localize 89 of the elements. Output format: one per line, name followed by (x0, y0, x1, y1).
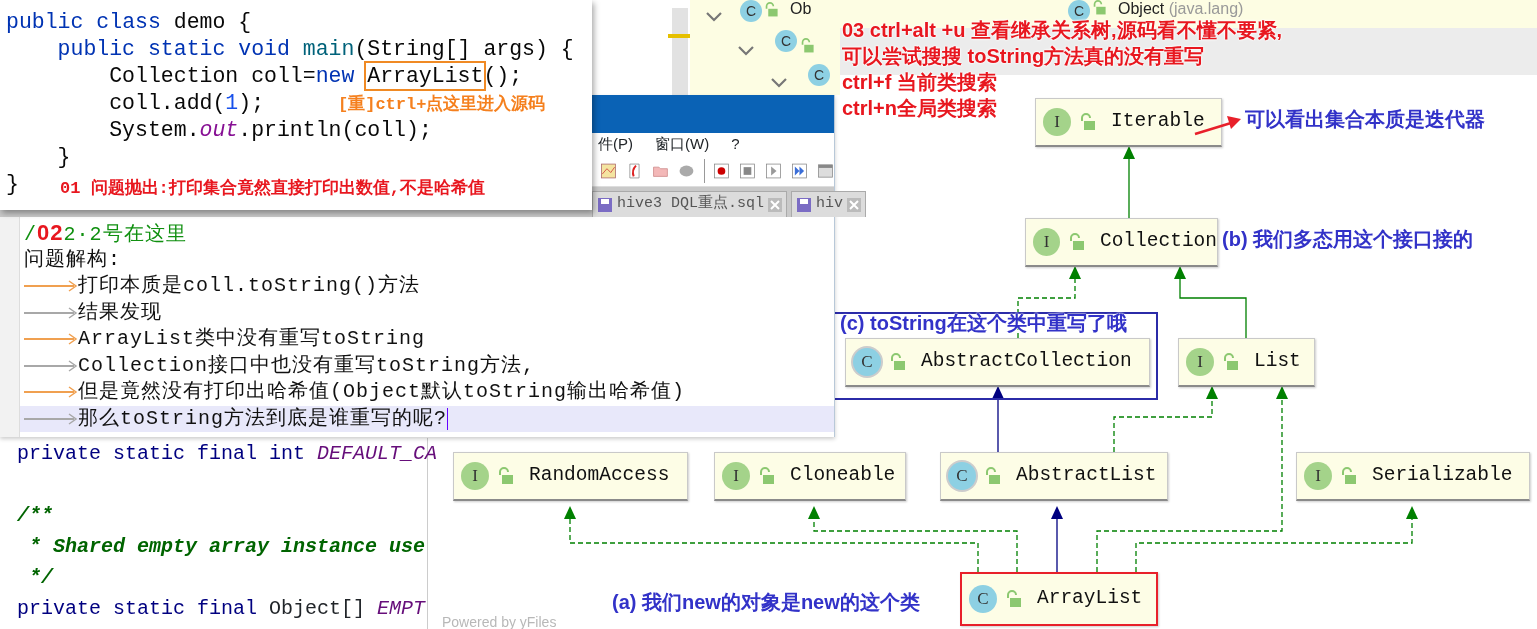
annotation-text: 可以看出集合本质是迭代器 (1245, 107, 1485, 131)
node-label: AbstractList (1016, 463, 1157, 489)
padlock-icon (758, 467, 776, 485)
padlock-icon (800, 38, 816, 54)
inheritance-arrow (992, 386, 1004, 453)
class-node[interactable]: C AbstractCollection (845, 338, 1150, 387)
text-line: Collection接口中也没有重写toString方法, (78, 352, 536, 379)
text-line: 问题解构: (24, 246, 121, 273)
code-line: private static final Object[] EMPT (17, 596, 426, 622)
code-line: } (56, 144, 71, 171)
error-stripe (668, 34, 690, 38)
menu-item[interactable]: ? (731, 132, 740, 156)
padlock-icon (1067, 233, 1086, 251)
chevron-icon[interactable] (770, 76, 788, 89)
node-label: ArrayList (1037, 586, 1143, 612)
class-node[interactable]: I RandomAccess (453, 452, 688, 501)
class-node[interactable]: I List (1178, 338, 1315, 387)
text-cursor (447, 407, 449, 430)
interface-icon: I (1186, 348, 1214, 376)
annotation-text: 可以尝试搜搜 toString方法真的没有重写 (842, 44, 1205, 68)
annotation-text: ctrl+n全局类搜索 (842, 96, 998, 120)
padlock-icon (1222, 353, 1240, 371)
padlock-icon (764, 2, 780, 18)
node-label: AbstractCollection (921, 349, 1132, 375)
padlock-icon (889, 353, 907, 371)
code-line: private static final int DEFAULT_CA (17, 441, 438, 467)
close-icon[interactable] (847, 197, 862, 212)
annotation-text: (a) 我们new的对象是new的这个类 (612, 590, 920, 614)
code-line: * Shared empty array instance use (28, 534, 426, 560)
interface-icon: I (1033, 228, 1060, 256)
tab-label: hiv (816, 194, 844, 215)
chevron-icon[interactable] (737, 44, 755, 57)
class-icon: C (853, 348, 881, 376)
code-line: coll.add(1); (108, 90, 265, 117)
text-line: 但是竟然没有打印出哈希值(Object默认toString输出哈希值) (78, 379, 686, 406)
save-icon (796, 196, 813, 213)
node-label: Iterable (1111, 109, 1205, 135)
interface-icon: I (1043, 108, 1071, 136)
padlock-icon (497, 467, 515, 485)
text-line: ArrayList类中没有重写toString (78, 326, 426, 353)
annotation-text: (c) toString在这个类中重写了哦 (840, 311, 1127, 335)
annotation-text: ctrl+f 当前类搜索 (842, 70, 998, 94)
class-node[interactable]: I Iterable (1035, 98, 1222, 147)
text-line: 那么toString方法到底是谁重写的呢? (78, 405, 448, 432)
code-line: /** (17, 503, 53, 529)
tree-item[interactable]: Ob (790, 0, 812, 17)
class-node[interactable]: I Collection (1025, 218, 1218, 267)
interface-icon: I (1304, 462, 1332, 490)
chevron-icon[interactable] (705, 10, 723, 23)
node-label: List (1254, 349, 1301, 375)
text-line: 结果发现 (78, 299, 162, 326)
padlock-icon (1092, 0, 1108, 16)
save-icon (597, 196, 613, 213)
class-node[interactable]: C AbstractList (940, 452, 1168, 501)
node-label: Cloneable (790, 463, 896, 489)
code-line: System.out.println(coll); (108, 117, 432, 144)
class-icon: C (948, 462, 976, 490)
inheritance-arrow (1051, 506, 1063, 573)
padlock-icon (1005, 590, 1023, 608)
padlock-icon (1079, 113, 1097, 131)
code-line: Collection coll=new ArrayList(); (6, 63, 523, 90)
class-node[interactable]: I Serializable (1296, 452, 1530, 501)
node-label: Collection (1099, 229, 1217, 255)
interface-icon: I (461, 462, 489, 490)
interface-icon: I (722, 462, 750, 490)
code-line: public static void main(String[] args) { (56, 36, 574, 63)
code-line: } (6, 171, 19, 198)
node-label: Serializable (1372, 463, 1513, 489)
menu-item[interactable]: 窗口(W) (655, 132, 710, 156)
file-tab[interactable]: hive3 DQL重点.sql (592, 191, 788, 217)
watermark-label: Powered by yFiles (442, 613, 557, 629)
padlock-icon (984, 467, 1002, 485)
annotation-text: [重]ctrl+点这里进入源码 (338, 93, 546, 116)
class-node[interactable]: I Cloneable (714, 452, 906, 501)
padlock-icon (1340, 467, 1358, 485)
tree-item[interactable]: Object (java.lang) (1118, 0, 1244, 17)
code-line: public class demo { (6, 9, 252, 36)
annotation-text: 01 问题抛出:打印集合竟然直接打印出数值,不是哈希值 (60, 177, 485, 200)
annotation-text: (b) 我们多态用这个接口接的 (1222, 227, 1474, 251)
menu-item[interactable]: 件(P) (598, 132, 633, 156)
class-node[interactable]: C ArrayList (960, 572, 1158, 626)
text-line: 打印本质是coll.toString()方法 (78, 273, 421, 300)
node-label: RandomAccess (529, 463, 670, 489)
tab-label: hive3 DQL重点.sql (617, 193, 765, 215)
file-tab[interactable]: hiv (791, 191, 867, 217)
close-icon[interactable] (768, 197, 783, 212)
code-line: */ (28, 565, 53, 591)
text-line: /022·2号在这里 (24, 219, 187, 248)
class-icon: C (969, 585, 997, 613)
